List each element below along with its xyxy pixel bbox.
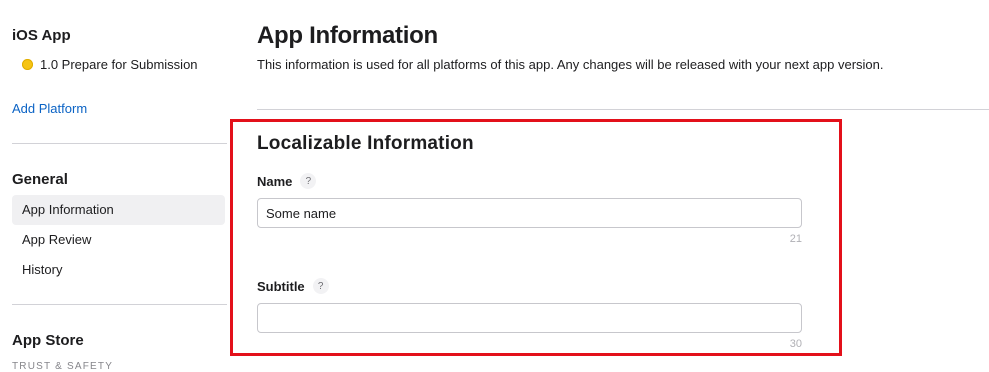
page-title: App Information xyxy=(257,22,438,49)
platform-title: iOS App xyxy=(12,27,71,44)
main-content: App Information This information is used… xyxy=(257,0,989,368)
page-description: This information is used for all platfor… xyxy=(257,57,884,72)
section-title-app-store: App Store xyxy=(12,332,84,349)
name-character-count: 21 xyxy=(789,233,802,245)
section-title-general: General xyxy=(12,171,68,188)
localizable-information-title: Localizable Information xyxy=(257,133,474,154)
sidebar-item-app-information[interactable]: App Information xyxy=(12,195,225,225)
content-divider xyxy=(257,109,989,110)
sidebar-divider xyxy=(12,304,227,305)
sidebar-item-app-review[interactable]: App Review xyxy=(12,225,225,255)
subtitle-field-label-row: Subtitle ? xyxy=(257,278,329,294)
name-input[interactable] xyxy=(257,198,802,228)
subtitle-character-count: 30 xyxy=(789,338,802,350)
sidebar: iOS App 1.0 Prepare for Submission Add P… xyxy=(0,0,227,372)
version-label: 1.0 Prepare for Submission xyxy=(40,57,198,72)
subsection-label-trust-safety: TRUST & SAFETY xyxy=(12,361,114,372)
help-icon[interactable]: ? xyxy=(300,173,317,189)
name-label: Name xyxy=(257,173,293,189)
help-icon[interactable]: ? xyxy=(312,278,329,294)
sidebar-item-history[interactable]: History xyxy=(12,255,225,285)
add-platform-link[interactable]: Add Platform xyxy=(12,101,87,116)
sidebar-divider xyxy=(12,143,227,144)
subtitle-input[interactable] xyxy=(257,303,802,333)
status-dot-icon xyxy=(22,59,33,70)
subtitle-label: Subtitle xyxy=(257,278,305,294)
version-item[interactable]: 1.0 Prepare for Submission xyxy=(22,57,198,72)
name-field-label-row: Name ? xyxy=(257,173,317,189)
